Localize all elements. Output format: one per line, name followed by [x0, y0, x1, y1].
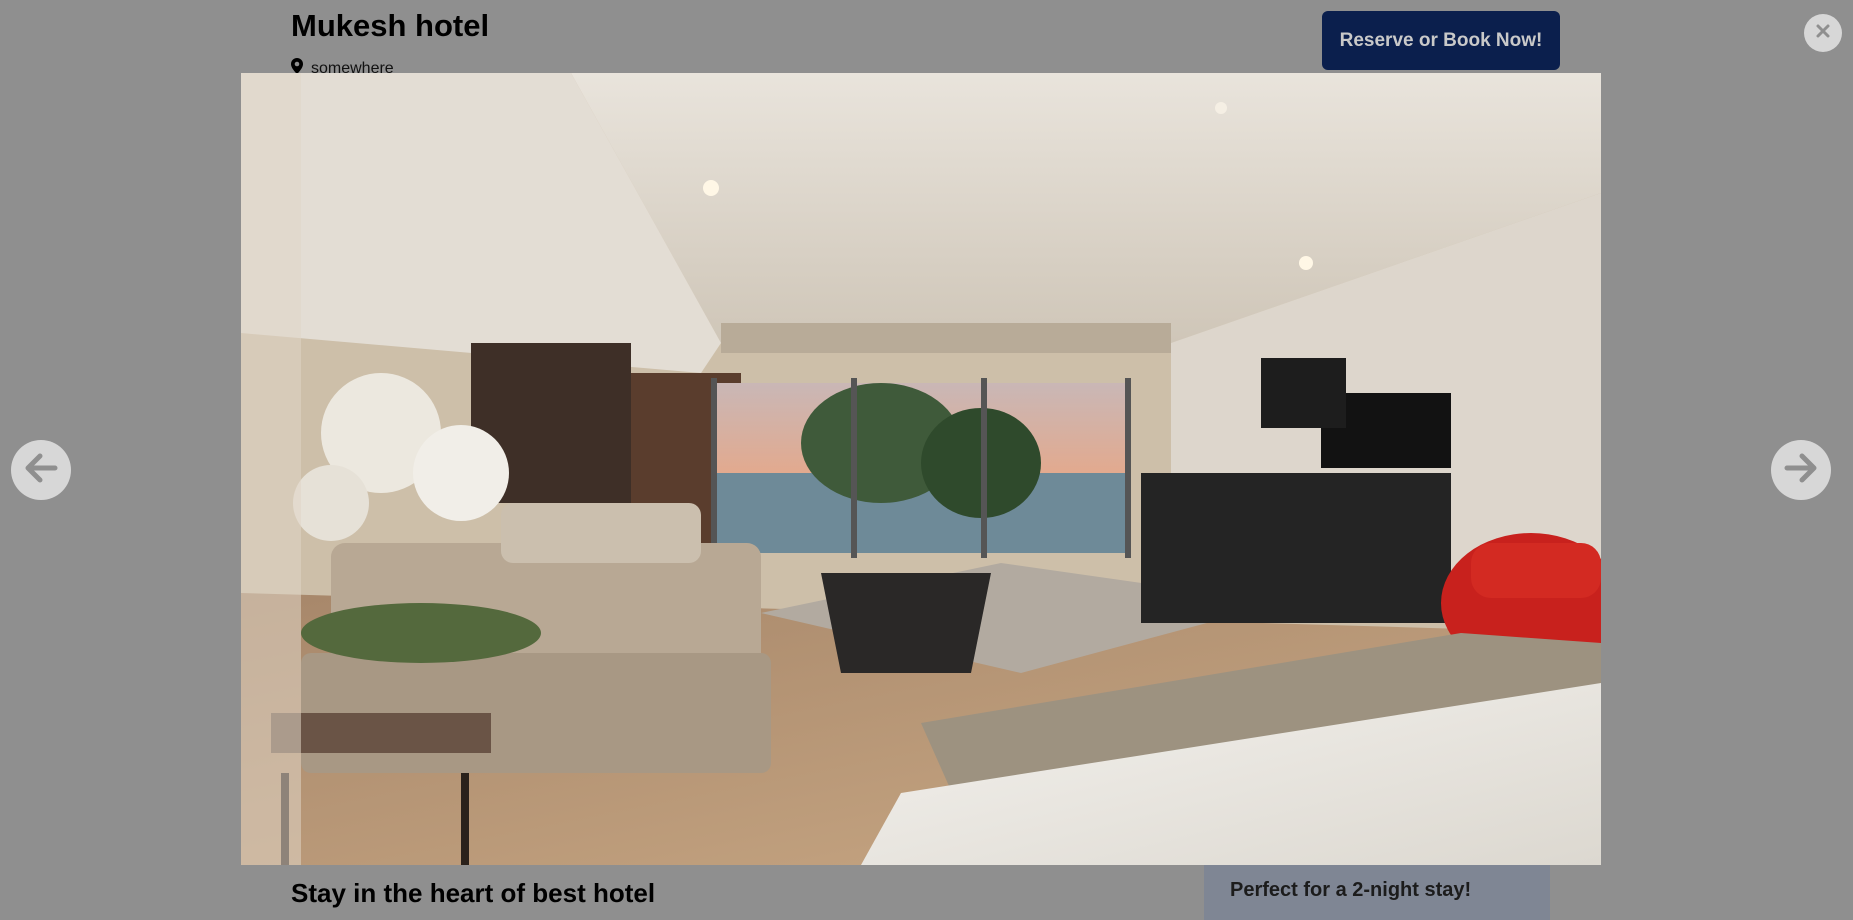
arrow-left-icon — [24, 453, 58, 488]
hotel-title: Mukesh hotel — [291, 8, 490, 43]
reserve-button[interactable]: Reserve or Book Now! — [1322, 11, 1560, 70]
arrow-right-icon — [1784, 453, 1818, 488]
stay-note-box: Perfect for a 2-night stay! — [1204, 865, 1550, 920]
next-image-button[interactable] — [1771, 440, 1831, 500]
hotel-room-photo — [241, 73, 1601, 865]
stay-note-text: Perfect for a 2-night stay! — [1230, 879, 1472, 901]
close-icon — [1815, 23, 1831, 44]
section-heading: Stay in the heart of best hotel — [291, 878, 656, 908]
close-button[interactable] — [1804, 14, 1842, 52]
previous-image-button[interactable] — [11, 440, 71, 500]
